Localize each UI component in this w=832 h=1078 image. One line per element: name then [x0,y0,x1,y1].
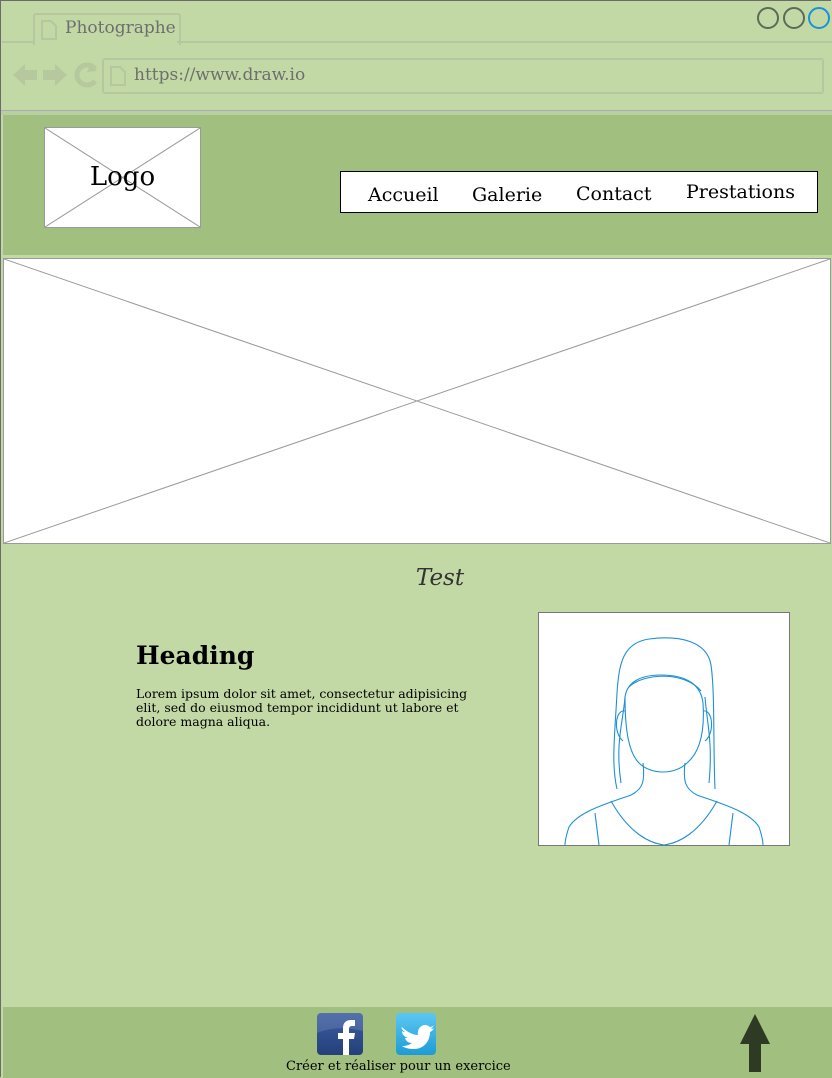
nav-item-galerie[interactable]: Galerie [472,184,542,206]
twitter-icon[interactable] [396,1013,436,1055]
tab-strip-line [2,41,34,43]
tab-title: Photographe [65,18,176,38]
hero-image-placeholder [3,258,831,544]
content-heading: Heading [136,641,255,670]
facebook-icon[interactable] [317,1013,363,1055]
twitter-bird-glyph [401,1025,434,1049]
back-to-top-arrow-icon[interactable] [739,1014,771,1072]
image-placeholder-icon [4,259,830,543]
page-icon [110,66,126,86]
tab-strip-line [177,41,832,43]
browser-navigation [13,62,97,88]
footer-text: Créer et réaliser pour un exercice [286,1059,511,1074]
portrait-image [538,612,790,846]
address-bar[interactable]: https://www.draw.io [102,58,824,94]
nav-item-accueil[interactable]: Accueil [368,184,439,206]
nav-item-contact[interactable]: Contact [576,183,651,205]
forward-icon[interactable] [43,64,67,86]
logo-label: Logo [89,162,156,192]
reload-icon[interactable] [74,62,97,88]
site-header: Logo Accueil Galerie Contact Prestations [3,115,832,255]
back-icon[interactable] [13,64,37,86]
logo-placeholder[interactable]: Logo [44,127,201,228]
window-button-close[interactable] [808,7,830,29]
page-icon [41,20,57,40]
content-body: Lorem ipsum dolor sit amet, consectetur … [136,686,468,729]
main-navigation: Accueil Galerie Contact Prestations [340,171,818,213]
section-title: Test [415,565,465,591]
window-button-maximize[interactable] [783,7,805,29]
browser-tab[interactable]: Photographe [33,13,181,45]
facebook-glyph [317,1013,363,1055]
person-icon [564,637,764,845]
site-footer: Créer et réaliser pour un exercice [3,1007,832,1078]
window-button-minimize[interactable] [757,7,779,29]
nav-item-prestations[interactable]: Prestations [686,181,795,203]
url-text: https://www.draw.io [134,65,306,85]
browser-chrome: Photographe https://www.draw.io [1,1,832,113]
